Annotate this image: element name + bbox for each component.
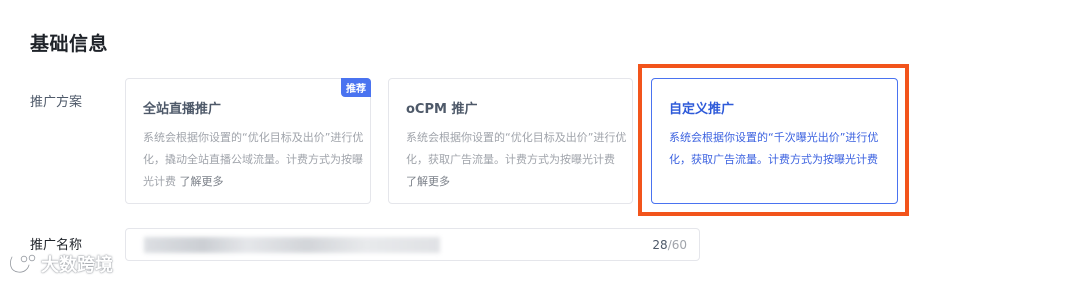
learn-more-link[interactable]: 了解更多 bbox=[406, 175, 450, 188]
card-description-text: 系统会根据你设置的“千次曝光出价”进行优化，获取广告流量。计费方式为按曝光计费 bbox=[669, 131, 879, 166]
plan-card-custom[interactable]: 自定义推广 系统会根据你设置的“千次曝光出价”进行优化，获取广告流量。计费方式为… bbox=[651, 78, 898, 204]
recommend-badge: 推荐 bbox=[341, 78, 371, 97]
char-count: 28 bbox=[652, 238, 668, 252]
card-title: oCPM 推广 bbox=[406, 102, 478, 117]
plan-card-ocpm[interactable]: oCPM 推广 系统会根据你设置的“优化目标及出价”进行优化，获取广告流量。计费… bbox=[388, 78, 633, 204]
card-description-text: 系统会根据你设置的“优化目标及出价”进行优化，撬动全站直播公域流量。计费方式为按… bbox=[143, 131, 364, 188]
blurred-input-value bbox=[144, 237, 440, 253]
promotion-name-input[interactable]: 28/60 bbox=[125, 228, 700, 261]
watermark-text: 大数跨境 bbox=[41, 255, 113, 276]
card-description-text: 系统会根据你设置的“优化目标及出价”进行优化，获取广告流量。计费方式为按曝光计费 bbox=[406, 131, 627, 166]
watermark: 大数跨境 bbox=[8, 251, 113, 277]
char-max: /60 bbox=[667, 238, 687, 252]
card-description: 系统会根据你设置的“千次曝光出价”进行优化，获取广告流量。计费方式为按曝光计费 bbox=[669, 127, 891, 171]
card-description: 系统会根据你设置的“优化目标及出价”进行优化，撬动全站直播公域流量。计费方式为按… bbox=[143, 127, 365, 193]
plan-label: 推广方案 bbox=[30, 95, 83, 110]
char-counter: 28/60 bbox=[652, 238, 687, 252]
section-title: 基础信息 bbox=[30, 33, 109, 55]
card-title: 自定义推广 bbox=[669, 102, 735, 117]
card-title: 全站直播推广 bbox=[143, 102, 222, 117]
plan-card-live[interactable]: 全站直播推广 推荐 系统会根据你设置的“优化目标及出价”进行优化，撬动全站直播公… bbox=[125, 78, 371, 204]
watermark-logo-icon bbox=[9, 254, 36, 274]
learn-more-link[interactable]: 了解更多 bbox=[180, 175, 224, 188]
card-description: 系统会根据你设置的“优化目标及出价”进行优化，获取广告流量。计费方式为按曝光计费… bbox=[406, 127, 628, 193]
page: 基础信息 推广方案 全站直播推广 推荐 系统会根据你设置的“优化目标及出价”进行… bbox=[0, 0, 1080, 281]
